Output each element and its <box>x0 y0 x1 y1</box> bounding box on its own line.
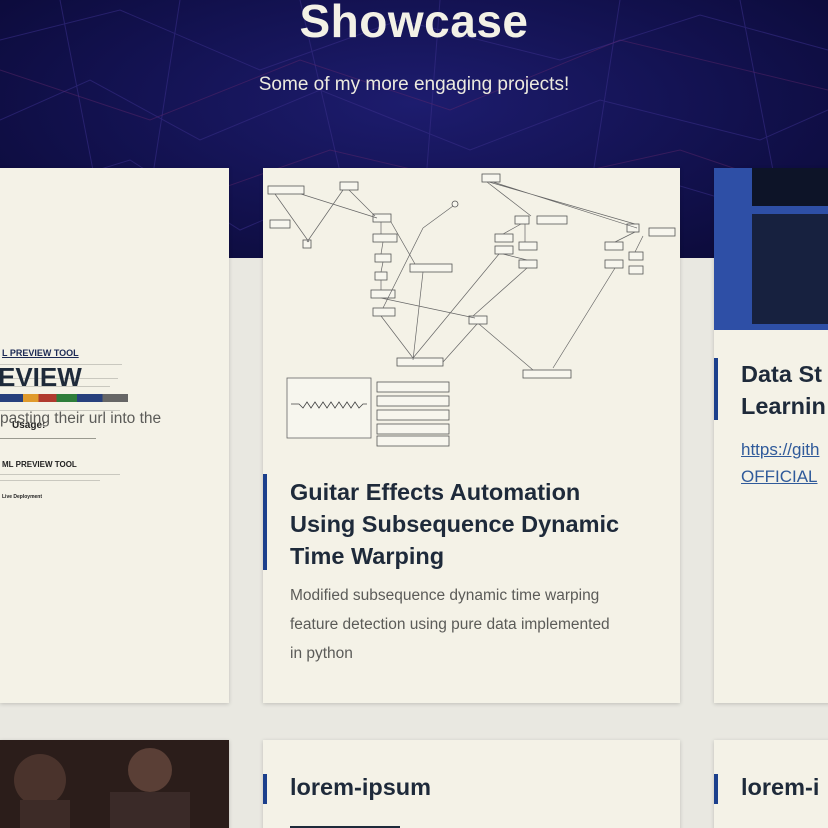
thumb-badges <box>0 394 128 402</box>
thumb-footer: Live Deployment <box>2 494 43 500</box>
card-title[interactable]: Data St Learnin <box>741 358 826 422</box>
card-accent-bar <box>714 774 718 804</box>
card-title-line: Using Subsequence Dynamic <box>290 511 620 537</box>
thumb-heading: ML PREVIEW TOOL <box>2 460 77 469</box>
project-card-placeholder[interactable]: lorem-i <box>714 740 828 828</box>
card-accent-bar <box>263 774 267 804</box>
card-accent-bar <box>263 474 267 570</box>
thumb-title: L PREVIEW TOOL <box>2 348 79 358</box>
project-card-data-structures[interactable]: Data St Learnin https://gith OFFICIAL <box>714 168 828 703</box>
project-link-line[interactable]: https://gith <box>741 436 819 463</box>
divider <box>0 438 96 439</box>
card-description: Modified subsequence dynamic time warpin… <box>290 581 610 668</box>
project-card-placeholder[interactable]: lorem-ipsum <box>263 740 680 828</box>
project-card-guitar-effects[interactable]: Guitar Effects Automation Using Subseque… <box>263 168 680 703</box>
card-title-line: Data St <box>741 361 822 387</box>
card-description: pasting their url into the <box>0 410 162 427</box>
page-title: Showcase <box>299 0 529 47</box>
project-link[interactable]: https://gith OFFICIAL <box>741 436 819 490</box>
divider <box>0 480 100 481</box>
card-title-line: Learnin <box>741 393 826 419</box>
project-card-html-preview[interactable]: L PREVIEW TOOL Usage: ML PREVIEW TOOL Li… <box>0 168 229 703</box>
thumb-terminal <box>752 214 828 324</box>
project-photo <box>0 740 229 828</box>
page-subtitle: Some of my more engaging projects! <box>258 74 570 95</box>
card-title-line: Time Warping <box>290 543 445 569</box>
card-description-line: Modified subsequence dynamic time warpin… <box>290 587 600 604</box>
array-graph <box>286 377 372 439</box>
divider <box>0 474 120 475</box>
card-title[interactable]: EVIEW <box>0 362 82 393</box>
project-thumbnail <box>714 168 828 330</box>
project-card-photo[interactable] <box>0 740 229 828</box>
card-description-line: feature detection using pure data implem… <box>290 616 610 633</box>
card-title[interactable]: lorem-i <box>741 774 819 801</box>
project-link-line[interactable]: OFFICIAL <box>741 463 819 490</box>
card-description-line: in python <box>290 645 353 662</box>
project-thumbnail: L PREVIEW TOOL Usage: ML PREVIEW TOOL Li… <box>0 168 229 513</box>
card-title[interactable]: lorem-ipsum <box>290 774 431 801</box>
card-title-line: Guitar Effects Automation <box>290 479 581 505</box>
card-accent-bar <box>714 358 718 420</box>
thumb-toolbar <box>752 168 828 206</box>
pure-data-patch-thumbnail <box>267 173 676 447</box>
card-title[interactable]: Guitar Effects Automation Using Subseque… <box>290 476 619 572</box>
